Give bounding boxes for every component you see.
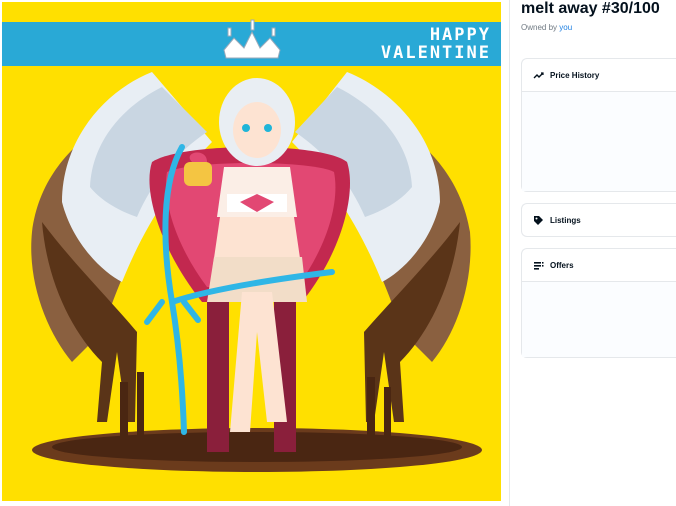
- owner-link[interactable]: you: [559, 23, 572, 32]
- price-history-header[interactable]: Price History: [522, 59, 676, 91]
- offers-panel: Offers: [521, 248, 676, 358]
- offers-header[interactable]: Offers: [522, 249, 676, 281]
- nft-item-page: HAPPY VALENTINE melt away #30/100 Owned …: [0, 0, 676, 506]
- price-history-panel: Price History: [521, 58, 676, 192]
- list-icon: [533, 260, 544, 271]
- item-info-panel: melt away #30/100 Owned by you Price His…: [521, 0, 676, 506]
- offers-label: Offers: [550, 260, 574, 270]
- owned-by-label: Owned by: [521, 23, 558, 32]
- listings-header[interactable]: Listings: [522, 204, 676, 236]
- listings-label: Listings: [550, 215, 581, 225]
- listings-panel: Listings: [521, 203, 676, 237]
- offers-body: [522, 281, 676, 357]
- tag-icon: [533, 215, 544, 226]
- price-history-body: [522, 91, 676, 191]
- owner-line: Owned by you: [521, 23, 572, 32]
- nft-artwork-image[interactable]: HAPPY VALENTINE: [2, 2, 501, 501]
- trending-line-icon: [533, 70, 544, 81]
- item-title: melt away #30/100: [521, 0, 660, 17]
- angel-illustration: [31, 19, 482, 472]
- tiara-icon: [223, 19, 281, 59]
- artwork-frame: HAPPY VALENTINE: [0, 0, 510, 506]
- price-history-label: Price History: [550, 70, 600, 80]
